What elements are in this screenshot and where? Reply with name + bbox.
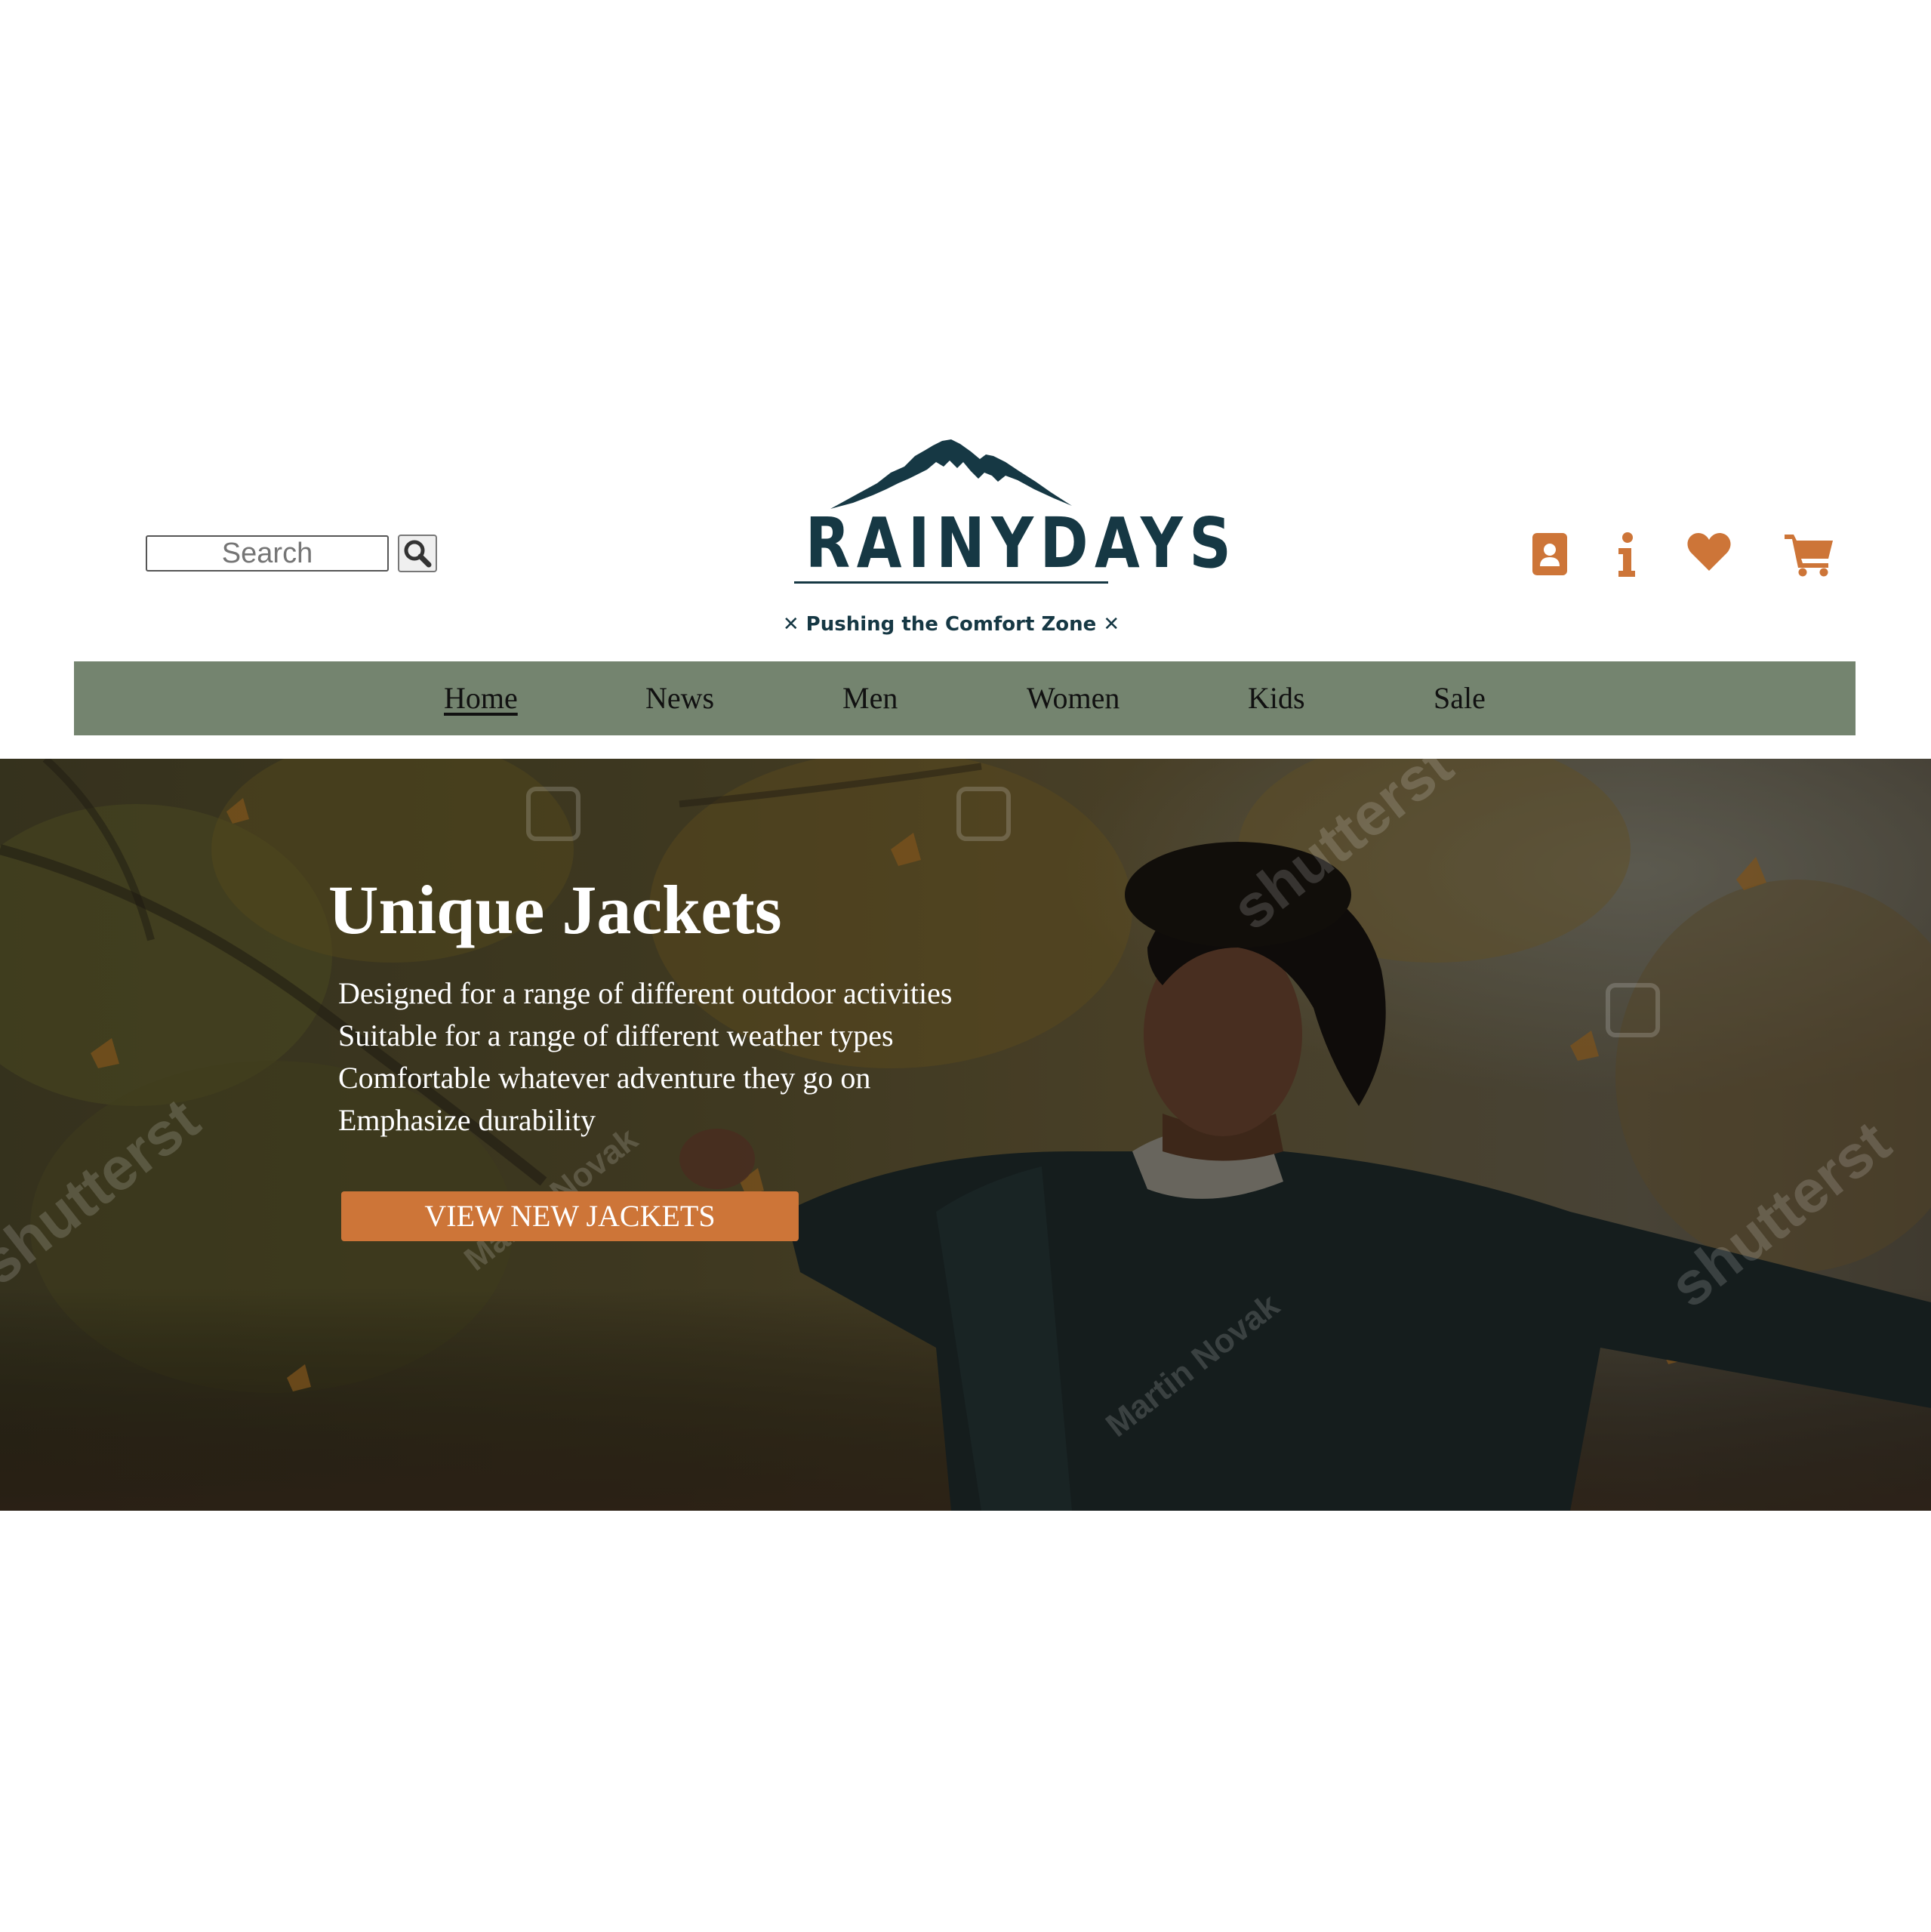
hero-background-image: shutterst shutterst shutterst Martin Nov… xyxy=(0,759,1931,1511)
account-icon[interactable] xyxy=(1532,532,1567,581)
site-header: RAINYDAYS ✕ Pushing the Comfort Zone ✕ xyxy=(0,423,1931,649)
header-actions xyxy=(1532,532,1834,580)
hero-title: Unique Jackets xyxy=(328,871,782,948)
nav-link-kids[interactable]: Kids xyxy=(1248,661,1305,735)
hero-banner: shutterst shutterst shutterst Martin Nov… xyxy=(0,759,1931,1511)
logo-divider xyxy=(794,581,1108,584)
favorites-heart-icon[interactable] xyxy=(1686,532,1732,576)
logo-tagline: ✕ Pushing the Comfort Zone ✕ xyxy=(782,613,1120,636)
main-nav: Home News Men Women Kids Sale xyxy=(74,661,1856,735)
magnifier-icon xyxy=(404,540,432,568)
search-bar xyxy=(146,535,437,572)
logo-wordmark: RAINYDAYS xyxy=(805,503,1238,584)
nav-link-women[interactable]: Women xyxy=(1027,661,1119,735)
rainydays-logo[interactable]: RAINYDAYS ✕ Pushing the Comfort Zone ✕ xyxy=(778,439,1238,643)
hero-feature-item: Suitable for a range of different weathe… xyxy=(338,1018,894,1052)
hero-feature-item: Designed for a range of different outdoo… xyxy=(338,976,953,1010)
nav-link-sale[interactable]: Sale xyxy=(1434,661,1486,735)
nav-link-men[interactable]: Men xyxy=(842,661,898,735)
view-new-jackets-button[interactable]: VIEW NEW JACKETS xyxy=(341,1191,799,1241)
hero-feature-item: Emphasize durability xyxy=(338,1103,596,1137)
nav-link-news[interactable]: News xyxy=(645,661,714,735)
hero-feature-list: Designed for a range of different outdoo… xyxy=(338,972,952,1142)
info-icon[interactable] xyxy=(1617,532,1637,582)
nav-link-home[interactable]: Home xyxy=(444,661,518,735)
search-button[interactable] xyxy=(398,535,437,572)
mountain-logo-icon xyxy=(830,439,1072,509)
hero-feature-item: Comfortable whatever adventure they go o… xyxy=(338,1061,871,1095)
shopping-cart-icon[interactable] xyxy=(1785,532,1834,581)
search-input[interactable] xyxy=(146,535,389,572)
